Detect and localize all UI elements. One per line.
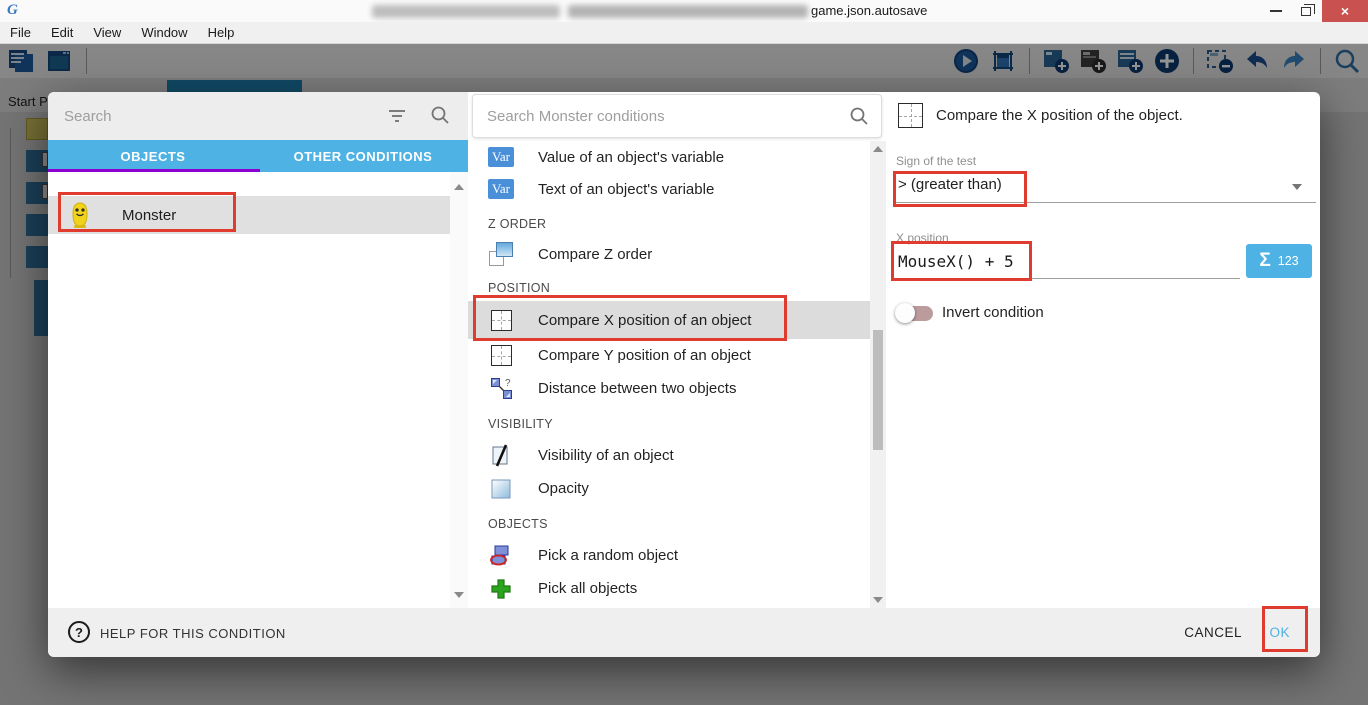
cancel-button[interactable]: CANCEL: [1184, 625, 1242, 640]
object-label: Monster: [122, 207, 176, 224]
sign-select[interactable]: > (greater than): [898, 176, 1002, 193]
objects-panel: OBJECTS OTHER CONDITIONS Monster: [48, 92, 468, 608]
section-header: POSITION: [468, 271, 870, 301]
sign-field-label: Sign of the test: [896, 154, 976, 168]
z-order-icon: [489, 242, 513, 266]
app-logo-icon: G: [7, 2, 18, 19]
restore-icon: [1301, 7, 1311, 16]
field-underline: [894, 278, 1240, 279]
section-header: VISIBILITY: [468, 405, 870, 439]
distance-icon: ?: [490, 377, 513, 400]
opacity-icon: [491, 479, 511, 499]
condition-item[interactable]: Compare Z order: [468, 237, 870, 271]
restore-button[interactable]: [1292, 0, 1320, 22]
help-icon[interactable]: ?: [68, 621, 90, 643]
scroll-up-icon[interactable]: [454, 184, 464, 190]
scrollbar-thumb[interactable]: [873, 330, 883, 450]
titlebar: G game.json.autosave ×: [0, 0, 1368, 22]
menu-help[interactable]: Help: [198, 25, 245, 40]
conditions-search-bar: [472, 94, 882, 138]
section-header: OBJECTS: [468, 505, 870, 539]
search-icon: [849, 106, 869, 126]
condition-item[interactable]: ? Distance between two objects: [468, 372, 870, 405]
sigma-icon: Σ: [1259, 250, 1270, 272]
variable-text-icon: Var: [488, 179, 514, 199]
variable-value-icon: Var: [488, 147, 514, 167]
objects-search-input[interactable]: [64, 92, 364, 140]
minimize-icon: [1270, 10, 1282, 12]
pick-all-icon: [490, 578, 512, 600]
conditions-search-input[interactable]: [487, 95, 827, 137]
svg-text:?: ?: [505, 378, 511, 389]
condition-item[interactable]: Pick a random object: [468, 539, 870, 572]
compare-x-icon: [491, 310, 512, 331]
x-position-input[interactable]: [898, 248, 1228, 274]
condition-detail-panel: Compare the X position of the object. Si…: [886, 92, 1320, 608]
condition-item[interactable]: Opacity: [468, 472, 870, 505]
condition-item[interactable]: Var Value of an object's variable: [468, 141, 870, 173]
title-redacted-segment: [568, 5, 808, 18]
condition-editor-dialog: OBJECTS OTHER CONDITIONS Monster: [48, 92, 1320, 657]
title-redacted-segment: [372, 5, 560, 18]
menu-file[interactable]: File: [0, 25, 41, 40]
tab-objects[interactable]: OBJECTS: [48, 140, 258, 172]
conditions-panel: Var Value of an object's variable Var Te…: [468, 92, 886, 608]
condition-item[interactable]: Compare Y position of an object: [468, 339, 870, 372]
window-title: game.json.autosave: [811, 3, 927, 18]
condition-title: Compare the X position of the object.: [936, 107, 1183, 124]
scroll-up-icon[interactable]: [873, 146, 883, 152]
section-header: Z ORDER: [468, 205, 870, 237]
objects-search-bar: [48, 92, 468, 140]
ok-button[interactable]: OK: [1269, 625, 1290, 640]
menu-view[interactable]: View: [83, 25, 131, 40]
menu-edit[interactable]: Edit: [41, 25, 83, 40]
visibility-icon: [491, 444, 511, 467]
minimize-button[interactable]: [1262, 0, 1290, 22]
condition-item[interactable]: Var Text of an object's variable: [468, 173, 870, 205]
chevron-down-icon[interactable]: [1292, 184, 1302, 190]
condition-item[interactable]: Visibility of an object: [468, 439, 870, 472]
toggle-thumb[interactable]: [895, 303, 915, 323]
invert-condition-toggle[interactable]: [898, 306, 933, 321]
monster-icon: [70, 202, 90, 229]
left-tab-bar: OBJECTS OTHER CONDITIONS: [48, 140, 468, 172]
numeric-badge: 123: [1278, 254, 1299, 268]
dialog-footer: ? HELP FOR THIS CONDITION CANCEL OK: [48, 608, 1320, 657]
conditions-list: Var Value of an object's variable Var Te…: [468, 141, 870, 608]
objects-scrollbar[interactable]: [450, 172, 468, 608]
condition-item-selected[interactable]: Compare X position of an object: [468, 301, 870, 339]
condition-item[interactable]: Pick all objects: [468, 572, 870, 605]
pick-random-icon: [490, 544, 513, 567]
filter-icon[interactable]: [388, 110, 406, 122]
tab-other-conditions[interactable]: OTHER CONDITIONS: [258, 140, 468, 172]
compare-y-icon: [491, 345, 512, 366]
object-item-monster[interactable]: Monster: [48, 196, 450, 234]
conditions-scrollbar[interactable]: [870, 141, 886, 608]
close-button[interactable]: ×: [1322, 0, 1368, 22]
scroll-down-icon[interactable]: [454, 592, 464, 598]
scroll-down-icon[interactable]: [873, 597, 883, 603]
invert-condition-label: Invert condition: [942, 304, 1044, 321]
field-underline: [894, 202, 1316, 203]
objects-list: Monster: [48, 172, 468, 608]
help-link[interactable]: HELP FOR THIS CONDITION: [100, 626, 286, 641]
menu-bar: File Edit View Window Help: [0, 22, 1368, 44]
x-position-field-label: X position: [896, 231, 949, 245]
search-icon: [430, 105, 450, 125]
expression-editor-button[interactable]: Σ 123: [1246, 244, 1312, 278]
compare-x-icon: [898, 103, 923, 128]
menu-window[interactable]: Window: [131, 25, 197, 40]
